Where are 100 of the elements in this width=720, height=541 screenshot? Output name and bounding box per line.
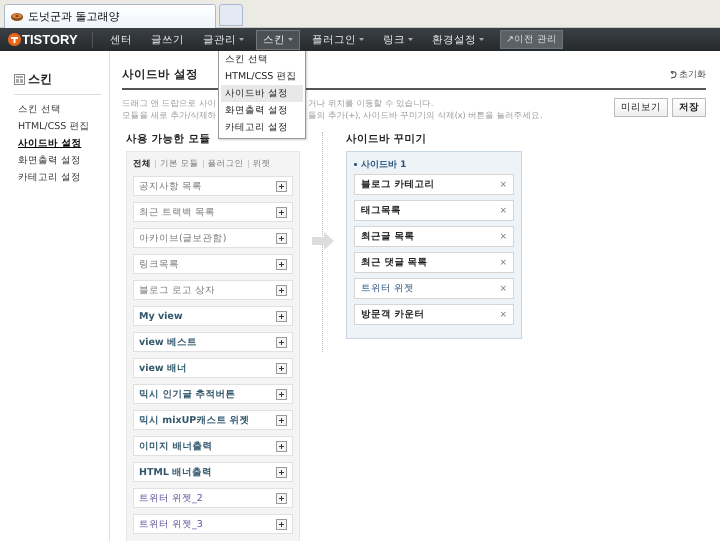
undo-icon bbox=[669, 70, 677, 78]
module-label: view 배너 bbox=[139, 362, 187, 374]
add-button[interactable] bbox=[276, 180, 287, 192]
module-label: 블로그 로고 상자 bbox=[139, 284, 216, 296]
remove-button[interactable]: × bbox=[499, 258, 507, 268]
module-item[interactable]: view 베스트 bbox=[133, 332, 293, 352]
bullet-icon bbox=[354, 163, 357, 166]
add-button[interactable] bbox=[276, 440, 287, 452]
sidebar-module[interactable]: 최근글 목록 × bbox=[354, 226, 514, 247]
nav-item[interactable]: 플러그인 bbox=[305, 30, 371, 50]
module-label: 믹시 mixUP캐스트 위젯 bbox=[139, 414, 250, 426]
sidebar-item[interactable]: 카테고리 설정 bbox=[14, 169, 109, 186]
module-item[interactable]: 믹시 인기글 추적버튼 bbox=[133, 384, 293, 404]
sidebar-name: 사이드바 1 bbox=[361, 159, 406, 171]
plus-icon bbox=[277, 286, 286, 294]
module-label: 아카이브(글보관함) bbox=[139, 232, 226, 244]
module-label: 공지사항 목록 bbox=[139, 180, 202, 192]
filter-tab[interactable]: 플러그인 bbox=[204, 158, 248, 170]
logo-text[interactable]: TISTORY bbox=[22, 32, 78, 47]
description-text: 들의 추가(+), 사이드바 꾸미기의 삭제(x) 버튼을 눌러주세요. bbox=[308, 110, 542, 122]
module-item[interactable]: HTML 배너출력 bbox=[133, 462, 293, 482]
remove-button[interactable]: × bbox=[499, 180, 507, 190]
remove-button[interactable]: × bbox=[499, 206, 507, 216]
add-button[interactable] bbox=[276, 492, 287, 504]
sidebar-item[interactable]: HTML/CSS 편집 bbox=[14, 118, 109, 135]
legacy-button[interactable]: ↗이전 관리 bbox=[500, 30, 563, 49]
add-button[interactable] bbox=[276, 466, 287, 478]
section-title: 사용 가능한 모듈 bbox=[126, 132, 212, 146]
module-item[interactable]: 트위터 위젯_2 bbox=[133, 488, 293, 508]
menu-item[interactable]: 화면출력 설정 bbox=[221, 102, 303, 119]
filter-tab[interactable]: 위젯 bbox=[248, 158, 275, 170]
module-item[interactable]: view 배너 bbox=[133, 358, 293, 378]
module-item[interactable]: 아카이브(글보관함) bbox=[133, 228, 293, 248]
section-title: 사이드바 꾸미기 bbox=[346, 132, 428, 146]
add-button[interactable] bbox=[276, 518, 287, 530]
module-label: 트위터 위젯 bbox=[361, 282, 414, 295]
preview-button[interactable]: 미리보기 bbox=[614, 98, 668, 117]
module-item[interactable]: 이미지 배너출력 bbox=[133, 436, 293, 456]
remove-button[interactable]: × bbox=[499, 232, 507, 242]
add-button[interactable] bbox=[276, 388, 287, 400]
nav-item[interactable]: 환경설정 bbox=[425, 30, 491, 50]
add-button[interactable] bbox=[276, 414, 287, 426]
module-item[interactable]: 믹시 mixUP캐스트 위젯 bbox=[133, 410, 293, 430]
sidebar-module[interactable]: 블로그 카테고리 × bbox=[354, 174, 514, 195]
module-item[interactable]: My view bbox=[133, 306, 293, 326]
sidebar-module[interactable]: 최근 댓글 목록 × bbox=[354, 252, 514, 273]
plus-icon bbox=[277, 208, 286, 216]
skin-icon bbox=[14, 74, 25, 85]
add-button[interactable] bbox=[276, 310, 287, 322]
add-button[interactable] bbox=[276, 232, 287, 244]
sidebar-module[interactable]: 방문객 카운터 × bbox=[354, 304, 514, 325]
save-button[interactable]: 저장 bbox=[672, 98, 706, 117]
sidebar-module[interactable]: 트위터 위젯 × bbox=[354, 278, 514, 299]
plus-icon bbox=[277, 338, 286, 346]
sidebar-item[interactable]: 스킨 선택 bbox=[14, 101, 109, 118]
module-item[interactable]: 블로그 로고 상자 bbox=[133, 280, 293, 300]
donut-icon bbox=[11, 12, 23, 21]
add-button[interactable] bbox=[276, 336, 287, 348]
remove-button[interactable]: × bbox=[499, 284, 507, 294]
sidebar-item[interactable]: 화면출력 설정 bbox=[14, 152, 109, 169]
module-label: My view bbox=[139, 310, 183, 322]
nav-item[interactable]: 글쓰기 bbox=[144, 30, 191, 50]
logo-icon bbox=[8, 33, 21, 46]
module-label: HTML 배너출력 bbox=[139, 466, 212, 478]
menu-item[interactable]: 사이드바 설정 bbox=[221, 85, 303, 102]
nav-item[interactable]: 링크 bbox=[376, 30, 420, 50]
add-button[interactable] bbox=[276, 362, 287, 374]
module-label: 이미지 배너출력 bbox=[139, 440, 212, 452]
plus-icon bbox=[277, 364, 286, 372]
module-label: 최근 댓글 목록 bbox=[361, 256, 428, 269]
add-button[interactable] bbox=[276, 258, 287, 270]
sidebar-module[interactable]: 태그목록 × bbox=[354, 200, 514, 221]
page-title: 사이드바 설정 bbox=[122, 67, 198, 82]
reset-link[interactable]: 초기화 bbox=[669, 68, 706, 81]
plus-icon bbox=[277, 520, 286, 528]
filter-tab[interactable]: 기본 모듈 bbox=[156, 158, 203, 170]
nav-item[interactable]: 센터 bbox=[103, 30, 139, 50]
arrow-icon bbox=[312, 232, 334, 250]
module-item[interactable]: 공지사항 목록 bbox=[133, 176, 293, 196]
plus-icon bbox=[277, 182, 286, 190]
filter-tab[interactable]: 전체 bbox=[133, 158, 155, 170]
module-item[interactable]: 최근 트랙백 목록 bbox=[133, 202, 293, 222]
module-item[interactable]: 트위터 위젯_3 bbox=[133, 514, 293, 534]
sidebar-item[interactable]: 사이드바 설정 bbox=[14, 135, 109, 152]
module-label: 트위터 위젯_3 bbox=[139, 518, 203, 530]
menu-item[interactable]: HTML/CSS 편집 bbox=[221, 68, 303, 85]
description-text: 거나 위치를 이동할 수 있습니다. bbox=[308, 98, 434, 110]
browser-tab[interactable]: 도넛군과 돌고래양 bbox=[4, 4, 216, 28]
add-button[interactable] bbox=[276, 206, 287, 218]
remove-button[interactable]: × bbox=[499, 310, 507, 320]
module-item[interactable]: 링크목록 bbox=[133, 254, 293, 274]
nav-item[interactable]: 스킨 bbox=[256, 30, 300, 50]
plus-icon bbox=[277, 312, 286, 320]
menu-item[interactable]: 카테고리 설정 bbox=[221, 119, 303, 136]
plus-icon bbox=[277, 416, 286, 424]
menu-item[interactable]: 스킨 선택 bbox=[221, 51, 303, 68]
add-button[interactable] bbox=[276, 284, 287, 296]
nav-item[interactable]: 글관리 bbox=[196, 30, 251, 50]
module-label: 방문객 카운터 bbox=[361, 308, 424, 321]
module-label: 믹시 인기글 추적버튼 bbox=[139, 388, 236, 400]
